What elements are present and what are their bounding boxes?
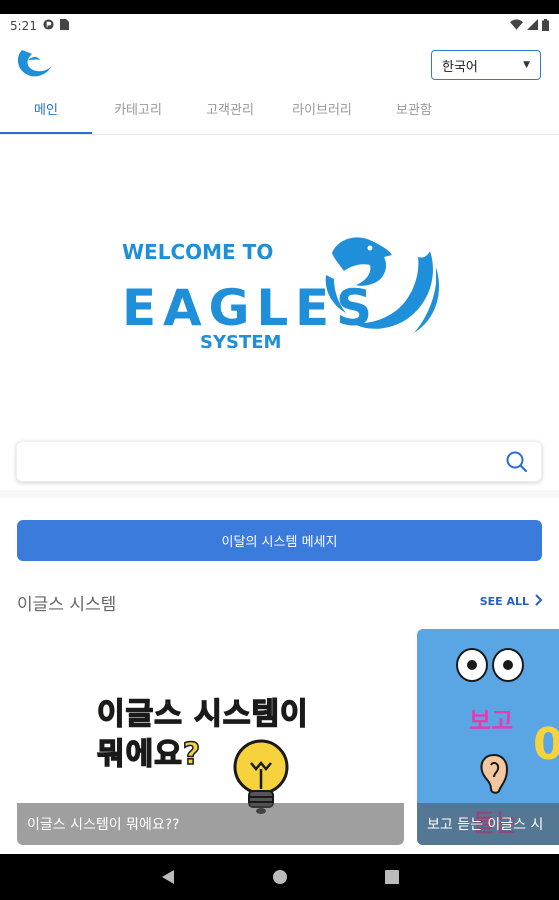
monthly-system-message-button[interactable]: 이달의 시스템 메세지	[17, 520, 542, 561]
top-frame	[0, 0, 559, 14]
ear-icon	[479, 753, 509, 799]
chevron-right-icon	[535, 594, 543, 609]
dropdown-caret-icon: ▼	[523, 60, 530, 70]
see-all-link[interactable]: SEE ALL	[480, 594, 543, 609]
thumbnail-title-line1: 보고	[469, 707, 514, 735]
status-bar: 5:21	[0, 14, 559, 38]
android-nav-bar	[0, 854, 559, 900]
main-tabs: 메인 카테고리 고객관리 라이브러리 보관함	[0, 90, 559, 135]
thumbnail-title-line2: 뭐에요?	[96, 736, 202, 773]
eagles-system-logo: WELCOME TO EAGLES SYSTEM	[122, 237, 440, 353]
eagle-logo-icon[interactable]	[14, 46, 54, 82]
hero-welcome-text: WELCOME TO	[122, 240, 273, 264]
thumbnail-title-big: 0	[533, 719, 559, 770]
recents-icon[interactable]	[382, 867, 402, 887]
section-divider	[0, 490, 559, 498]
hero-banner: WELCOME TO EAGLES SYSTEM	[0, 135, 559, 435]
search-icon[interactable]	[505, 450, 529, 474]
tab-main[interactable]: 메인	[0, 90, 92, 134]
language-selected-value: 한국어	[442, 59, 478, 75]
tab-library[interactable]: 라이브러리	[276, 90, 368, 134]
card-caption: 보고 듣는 이글스 시	[417, 803, 559, 845]
section-title: 이글스 시스템	[17, 595, 117, 615]
back-icon[interactable]	[158, 867, 178, 887]
app-header: 한국어 ▼	[0, 38, 559, 90]
wifi-icon	[510, 19, 523, 33]
thumbnail-title-line1: 이글스 시스템이	[96, 696, 309, 733]
card-caption: 이글스 시스템이 뭐에요??	[17, 803, 404, 845]
hero-system-text: SYSTEM	[200, 332, 281, 353]
tab-storage[interactable]: 보관함	[368, 90, 460, 134]
sim-card-icon	[59, 19, 69, 33]
signal-icon	[527, 19, 538, 33]
tab-category[interactable]: 카테고리	[92, 90, 184, 134]
app-notification-icon	[43, 19, 54, 33]
language-select[interactable]: 한국어 ▼	[431, 50, 541, 80]
tab-customer-management[interactable]: 고객관리	[184, 90, 276, 134]
see-all-label: SEE ALL	[479, 595, 529, 608]
eyes-icon	[455, 647, 525, 687]
battery-icon	[542, 18, 549, 34]
search-field[interactable]	[16, 441, 542, 482]
video-card[interactable]: 이글스 시스템이 뭐에요? 이글스 시스템이 뭐에요??	[17, 629, 404, 845]
video-card[interactable]: 보고 0 들는 보고 듣는 이글스 시	[417, 629, 559, 845]
status-time: 5:21	[10, 19, 37, 33]
home-icon[interactable]	[270, 867, 290, 887]
